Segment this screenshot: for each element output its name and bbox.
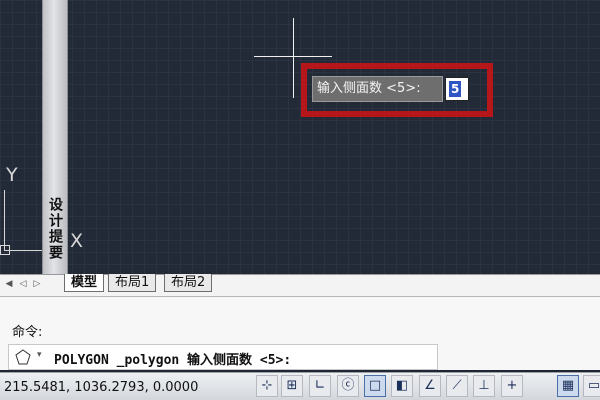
transparency-icon[interactable]: ▦ <box>557 375 579 397</box>
dyn-icon[interactable]: ⊥ <box>473 375 495 397</box>
ortho-icon[interactable]: ∟ <box>309 375 331 397</box>
lineweight-icon[interactable]: + <box>501 375 523 397</box>
quick-properties-icon[interactable]: ▭ <box>583 375 600 397</box>
otrack-icon[interactable]: ∠ <box>419 375 441 397</box>
crosshair-vertical <box>293 18 294 98</box>
ucs-origin-box <box>0 245 10 255</box>
tab-nav-prev-icon[interactable]: ◁ <box>18 276 28 292</box>
tab-model[interactable]: 模型 <box>64 274 105 292</box>
osnap-icon[interactable]: □ <box>364 375 386 397</box>
chevron-down-icon[interactable]: ▾ <box>37 350 42 360</box>
polygon-icon[interactable] <box>15 349 31 365</box>
tab-layout2[interactable]: 布局2 <box>164 274 213 292</box>
tab-nav-first-icon[interactable]: ◀ <box>4 276 14 292</box>
dynamic-input-field[interactable]: 5 <box>445 77 469 101</box>
tab-nav-next-icon[interactable]: ▷ <box>32 276 42 292</box>
ucs-x-label: X <box>70 230 84 252</box>
ucs-y-axis <box>4 190 5 250</box>
ducs-icon[interactable]: ⟋ <box>446 375 468 397</box>
palette-title: 设计提要 <box>47 197 63 261</box>
grid-icon[interactable]: ⊞ <box>281 375 303 397</box>
tab-layout1[interactable]: 布局1 <box>108 274 157 292</box>
polar-icon[interactable]: ⓒ <box>337 375 359 397</box>
drawing-canvas[interactable] <box>0 0 600 274</box>
ucs-y-label: Y <box>6 164 18 186</box>
dynamic-input-value[interactable]: 5 <box>449 81 462 97</box>
3d-osnap-icon[interactable]: ◧ <box>391 375 413 397</box>
snap-icon[interactable]: ⊹ <box>256 375 278 397</box>
command-prompt-text: POLYGON _polygon 输入侧面数 <5>: <box>54 353 292 368</box>
dynamic-input-prompt: 输入侧面数 <5>: <box>312 76 443 102</box>
command-history: 命令: <box>12 325 43 340</box>
coordinate-readout[interactable]: 215.5481, 1036.2793, 0.0000 <box>4 380 198 395</box>
